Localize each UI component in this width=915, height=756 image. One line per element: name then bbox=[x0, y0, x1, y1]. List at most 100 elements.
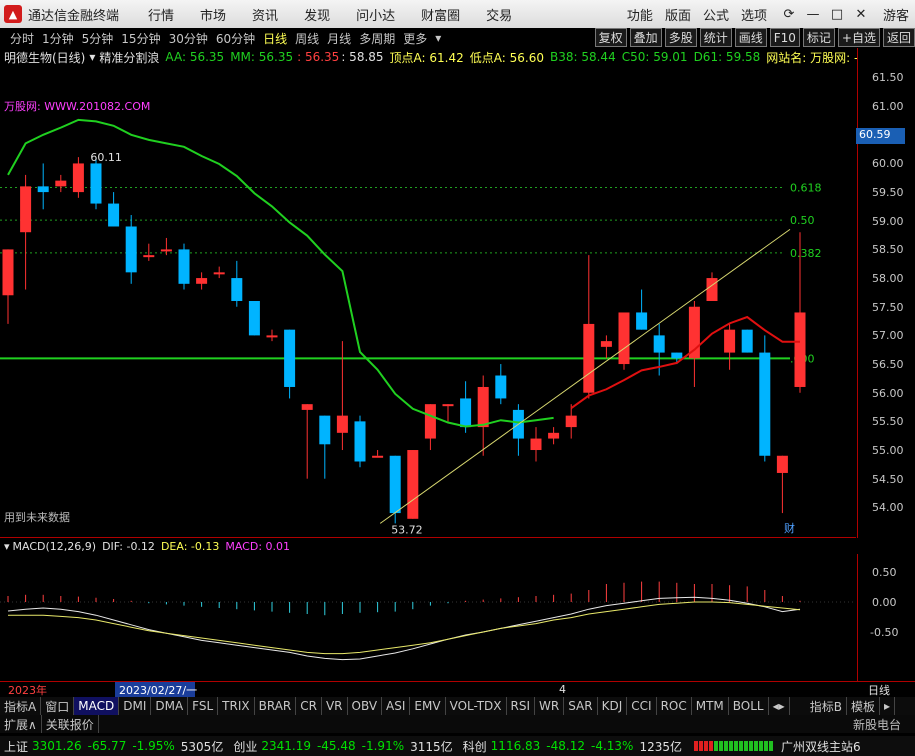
tabs-more-icon[interactable]: ◂▸ bbox=[769, 697, 790, 715]
tab-vr[interactable]: VR bbox=[322, 697, 348, 715]
tab-cr[interactable]: CR bbox=[296, 697, 322, 715]
tab-cci[interactable]: CCI bbox=[627, 697, 657, 715]
tab-dma[interactable]: DMA bbox=[151, 697, 189, 715]
related-quote-button[interactable]: 关联报价 bbox=[42, 715, 99, 733]
candle-body bbox=[653, 335, 665, 353]
period-daily[interactable]: 日线 bbox=[263, 30, 287, 47]
stock-name[interactable]: 明德生物(日线) bbox=[4, 49, 85, 66]
period-weekly[interactable]: 周线 bbox=[295, 30, 319, 47]
cy-label[interactable]: 创业 bbox=[233, 738, 257, 755]
period-fenshi[interactable]: 分时 bbox=[10, 30, 34, 47]
tab-sar[interactable]: SAR bbox=[564, 697, 598, 715]
tab-asi[interactable]: ASI bbox=[382, 697, 411, 715]
expand-button[interactable]: 扩展∧ bbox=[0, 715, 42, 733]
kc-percent: -4.13% bbox=[590, 739, 634, 753]
cai-marker: 财 bbox=[784, 521, 795, 535]
tab-boll[interactable]: BOLL bbox=[729, 697, 769, 715]
menu-faxian[interactable]: 发现 bbox=[304, 5, 330, 24]
macd-dropdown-icon[interactable]: ▾ bbox=[4, 540, 10, 553]
tab-trix[interactable]: TRIX bbox=[218, 697, 255, 715]
v2-value: : 58.85 bbox=[341, 50, 384, 64]
close-icon[interactable]: ✕ bbox=[849, 7, 873, 22]
price-tick: 55.00 bbox=[872, 444, 904, 458]
tab-kdj[interactable]: KDJ bbox=[598, 697, 628, 715]
menu-banmian[interactable]: 版面 bbox=[665, 5, 691, 24]
huaxian-button[interactable]: 画线 bbox=[734, 28, 767, 47]
sh-label[interactable]: 上证 bbox=[4, 738, 28, 755]
top-value: 顶点A: 61.42 bbox=[389, 50, 464, 65]
duogu-button[interactable]: 多股 bbox=[664, 28, 697, 47]
tab-window[interactable]: 窗口 bbox=[41, 697, 75, 715]
tab-emv[interactable]: EMV bbox=[410, 697, 446, 715]
period-more[interactable]: 更多 bbox=[403, 30, 427, 47]
app-logo-icon: ▲ bbox=[4, 5, 22, 23]
menu-jiaoyi[interactable]: 交易 bbox=[486, 5, 512, 24]
diejia-button[interactable]: 叠加 bbox=[629, 28, 662, 47]
candle-body bbox=[460, 398, 472, 428]
price-tick: 59.50 bbox=[872, 186, 904, 200]
kc-label[interactable]: 科创 bbox=[463, 738, 487, 755]
candlestick-chart[interactable]: 万股网: WWW.201082.COM 用到未来数据 0.618 0.50 0.38… bbox=[0, 66, 856, 536]
tab-rsi[interactable]: RSI bbox=[507, 697, 536, 715]
macd-chart[interactable] bbox=[0, 554, 856, 680]
period-monthly[interactable]: 月线 bbox=[327, 30, 351, 47]
date-bar: 2023年 2023/02/27/一 4 日线 bbox=[0, 681, 915, 698]
f10-button[interactable]: F10 bbox=[769, 28, 800, 47]
menu-wenxiaoda[interactable]: 问小达 bbox=[356, 5, 395, 24]
candle-body bbox=[636, 312, 648, 330]
news-brand[interactable]: 新股电台 bbox=[853, 716, 901, 733]
chevron-down-icon[interactable]: ▾ bbox=[435, 31, 441, 45]
dropdown-icon[interactable]: ▾ bbox=[89, 50, 95, 64]
tab-dmi[interactable]: DMI bbox=[119, 697, 152, 715]
tab-brar[interactable]: BRAR bbox=[255, 697, 297, 715]
candle-body bbox=[20, 186, 32, 233]
period-15min[interactable]: 15分钟 bbox=[121, 30, 160, 47]
biaoji-button[interactable]: 标记 bbox=[802, 28, 835, 47]
d61-value: D61: 59.58 bbox=[693, 50, 761, 64]
menu-caifuquan[interactable]: 财富圈 bbox=[421, 5, 460, 24]
tab-zhibiao-b[interactable]: 指标B bbox=[806, 697, 847, 715]
tab-zhibiao-a[interactable]: 指标A bbox=[0, 697, 42, 715]
kc-value: 1116.83 bbox=[490, 739, 541, 753]
tongji-button[interactable]: 统计 bbox=[699, 28, 732, 47]
fib-level-label: 0.618 bbox=[790, 182, 822, 195]
menu-zixun[interactable]: 资讯 bbox=[252, 5, 278, 24]
menu-xuanxiang[interactable]: 选项 bbox=[741, 5, 767, 24]
tab-roc[interactable]: ROC bbox=[657, 697, 692, 715]
dif-line bbox=[7, 596, 801, 661]
user-label[interactable]: 游客 bbox=[883, 5, 909, 24]
low-price-label: 53.72 bbox=[391, 523, 423, 536]
add-watchlist-button[interactable]: +自选 bbox=[837, 28, 880, 47]
tab-fsl[interactable]: FSL bbox=[188, 697, 219, 715]
server-name[interactable]: 广州双线主站6 bbox=[781, 738, 861, 755]
candle-body bbox=[2, 249, 14, 296]
period-multi[interactable]: 多周期 bbox=[359, 30, 395, 47]
back-button[interactable]: 返回 bbox=[882, 28, 915, 47]
macd-label[interactable]: MACD(12,26,9) bbox=[13, 540, 97, 553]
menu-gongshi[interactable]: 公式 bbox=[703, 5, 729, 24]
tab-wr[interactable]: WR bbox=[535, 697, 565, 715]
refresh-icon[interactable]: ⟳ bbox=[777, 7, 801, 22]
fuquan-button[interactable]: 复权 bbox=[594, 28, 627, 47]
kc-change: -48.12 bbox=[546, 739, 585, 753]
menu-shichang[interactable]: 市场 bbox=[200, 5, 226, 24]
menu-gongneng[interactable]: 功能 bbox=[627, 5, 653, 24]
tab-obv[interactable]: OBV bbox=[348, 697, 383, 715]
market-heat-bars bbox=[693, 741, 773, 751]
tab-macd[interactable]: MACD bbox=[74, 697, 120, 715]
tab-template[interactable]: 模板 bbox=[847, 697, 880, 715]
period-1min[interactable]: 1分钟 bbox=[42, 30, 74, 47]
tab-mtm[interactable]: MTM bbox=[692, 697, 729, 715]
minimize-icon[interactable]: — bbox=[801, 7, 825, 22]
period-60min[interactable]: 60分钟 bbox=[216, 30, 255, 47]
period-5min[interactable]: 5分钟 bbox=[82, 30, 114, 47]
price-tick: 57.50 bbox=[872, 300, 904, 314]
period-30min[interactable]: 30分钟 bbox=[169, 30, 208, 47]
b38-value: B38: 58.44 bbox=[549, 50, 616, 64]
menu-hangqing[interactable]: 行情 bbox=[148, 5, 174, 24]
macd-info-bar: ▾ MACD(12,26,9) DIF: -0.12 DEA: -0.13 MA… bbox=[0, 538, 915, 554]
tab-vol-tdx[interactable]: VOL-TDX bbox=[446, 697, 507, 715]
v1-value: : 56.35 bbox=[297, 50, 340, 64]
maximize-icon[interactable]: □ bbox=[825, 7, 849, 22]
tabs-scroll-icon[interactable]: ▸ bbox=[880, 697, 895, 715]
